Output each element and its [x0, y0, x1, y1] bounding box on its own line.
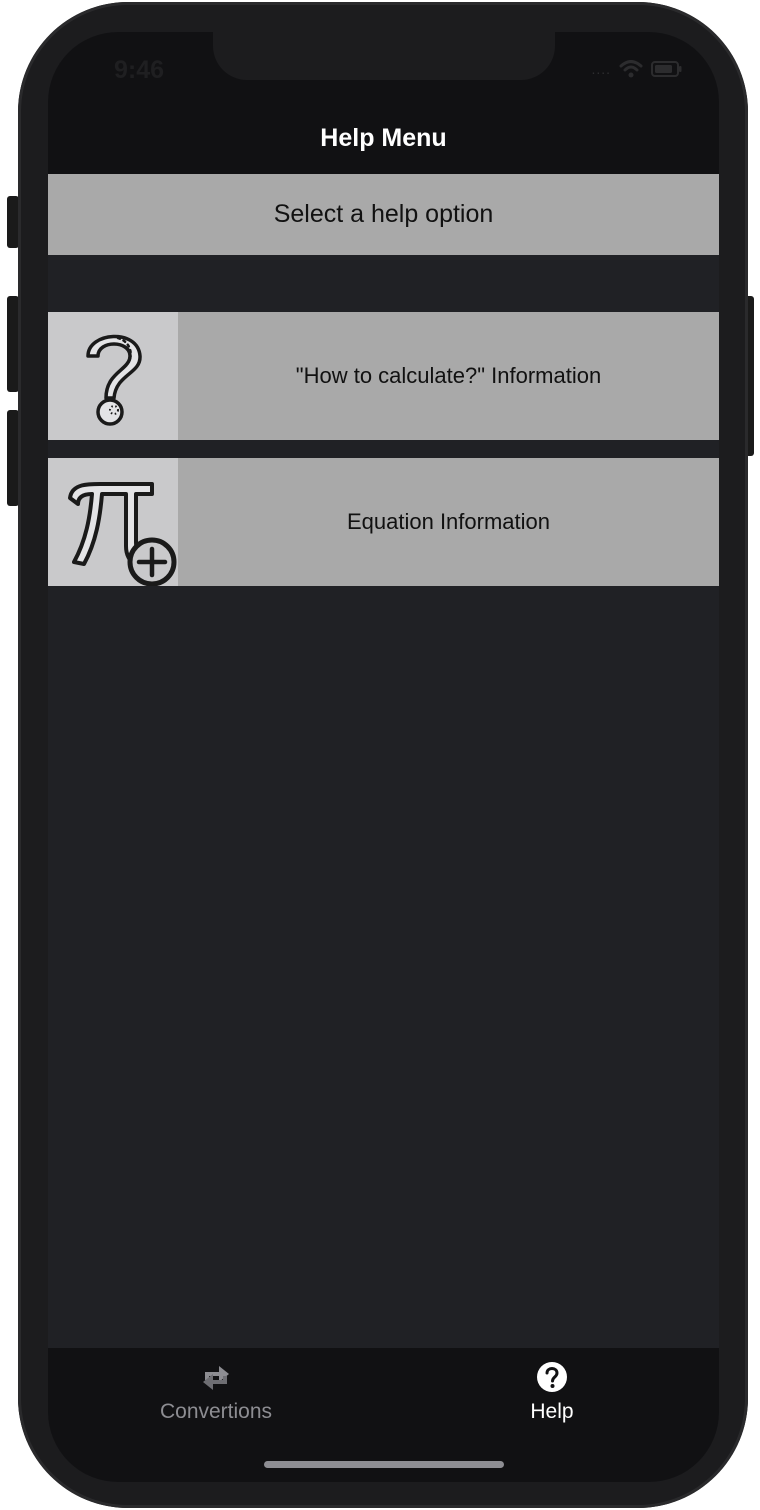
- status-time: 9:46: [114, 56, 165, 84]
- page-title: Help Menu: [320, 124, 447, 152]
- icon-tile: [48, 458, 178, 587]
- navigation-bar: Help Menu: [48, 110, 719, 174]
- help-circle-icon: [537, 1362, 567, 1392]
- convert-arrows-icon: [203, 1366, 229, 1390]
- signal-dots-icon: ....: [591, 61, 611, 77]
- help-option-equation-information[interactable]: Equation Information: [48, 458, 719, 587]
- tab-bar: Convertions Help: [48, 1348, 719, 1482]
- home-indicator[interactable]: [264, 1461, 504, 1468]
- tab-convertions[interactable]: Convertions: [116, 1360, 316, 1440]
- help-header-banner: Select a help option: [48, 174, 719, 255]
- tab-label: Convertions: [159, 1400, 273, 1423]
- help-option-label: "How to calculate?" Information: [295, 363, 602, 388]
- help-option-label: Equation Information: [346, 509, 551, 534]
- icon-tile: [48, 312, 178, 440]
- help-option-how-to-calculate[interactable]: "How to calculate?" Information: [48, 312, 719, 440]
- question-mark-icon: [86, 334, 142, 426]
- status-bar: 9:46 ....: [48, 32, 719, 110]
- pi-plus-icon: [68, 481, 177, 587]
- app-screen: 9:46 .... Help Menu Select a help option: [48, 32, 719, 1482]
- tab-help[interactable]: Help: [452, 1360, 652, 1440]
- wifi-icon: [619, 60, 643, 78]
- tab-label: Help: [530, 1400, 574, 1423]
- status-icons: ....: [591, 60, 683, 78]
- notch: [213, 32, 555, 80]
- battery-icon: [651, 61, 682, 77]
